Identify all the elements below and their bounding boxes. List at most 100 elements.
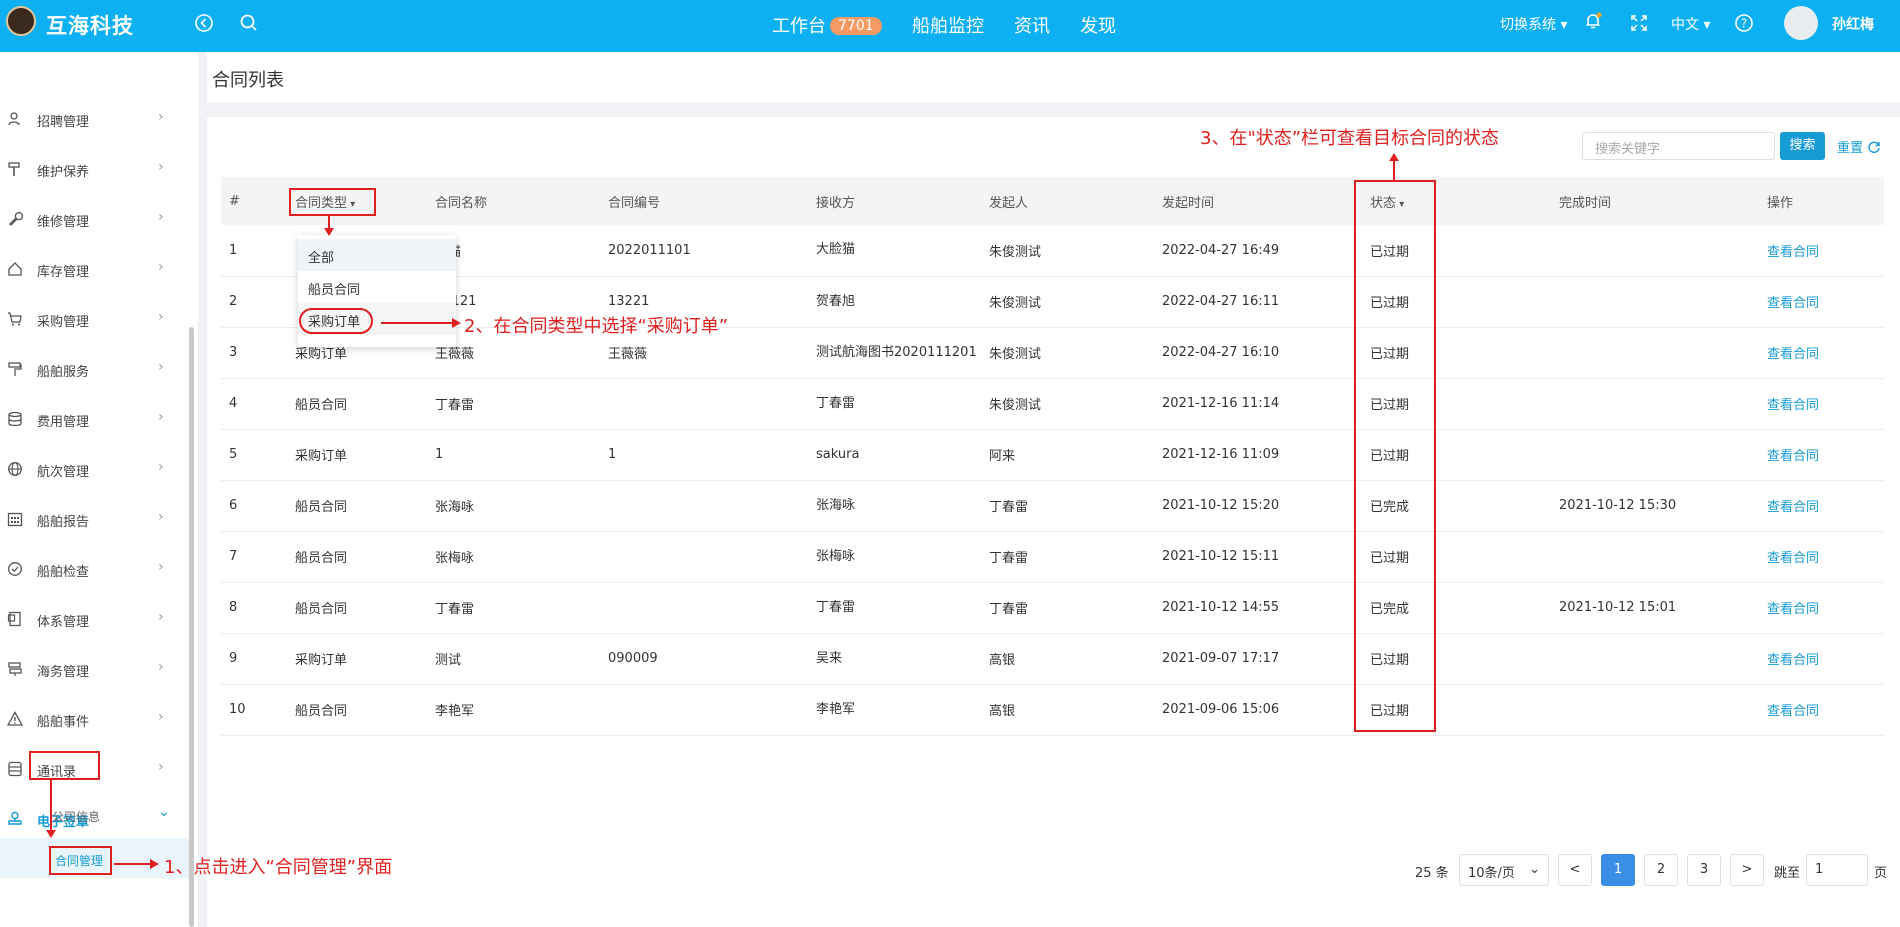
warning-icon: [6, 710, 24, 728]
table-cell: [600, 480, 808, 532]
prev-page-button[interactable]: <: [1558, 854, 1592, 886]
view-contract-link[interactable]: 查看合同: [1759, 429, 1884, 481]
view-contract-link[interactable]: 查看合同: [1759, 480, 1884, 532]
annotation-arrow-esign: [50, 780, 52, 830]
annotation-arrow-status: [1393, 160, 1395, 180]
wrench-icon: [6, 210, 24, 228]
bell-icon[interactable]: [1582, 10, 1604, 32]
sidebar-item-9[interactable]: 船舶检查 ›: [0, 554, 180, 584]
table-cell: 采购订单: [287, 429, 427, 481]
table-cell: 张梅咏: [427, 531, 600, 583]
paint-roller-icon: [6, 360, 24, 378]
chevron-right-icon: ›: [158, 359, 164, 375]
chevron-right-icon: ›: [158, 509, 164, 525]
dropdown-option-crew[interactable]: 船员合同: [298, 271, 456, 303]
sidebar-item-12[interactable]: 船舶事件 ›: [0, 704, 180, 734]
reset-button[interactable]: 重置: [1837, 137, 1881, 156]
annotation-arrowhead-type: [324, 228, 334, 236]
column-header-label: 发起时间: [1162, 195, 1215, 211]
sidebar-item-4[interactable]: 采购管理 ›: [0, 304, 180, 334]
chevron-right-icon: ›: [158, 409, 164, 425]
chevron-right-icon: ›: [158, 459, 164, 475]
table-cell: [1551, 276, 1759, 328]
column-header: 合同名称: [427, 177, 600, 225]
goto-page-input[interactable]: 1: [1806, 854, 1868, 886]
view-contract-link[interactable]: 查看合同: [1759, 327, 1884, 379]
sidebar-item-label: 采购管理: [37, 315, 90, 330]
table-cell: 7: [221, 531, 287, 583]
column-header-label: #: [229, 193, 240, 209]
table-cell: 1: [600, 429, 808, 481]
database-icon: [6, 410, 24, 428]
page-size-select[interactable]: 10条/页 ⌄: [1459, 854, 1549, 886]
language-menu[interactable]: 中文 ▾: [1671, 14, 1710, 34]
sidebar-item-11[interactable]: 海务管理 ›: [0, 654, 180, 684]
column-header-label: 发起人: [989, 195, 1029, 211]
sidebar-item-3[interactable]: 库存管理 ›: [0, 254, 180, 284]
sidebar-item-8[interactable]: 船舶报告 ›: [0, 504, 180, 534]
user-name[interactable]: 孙红梅: [1832, 14, 1874, 34]
sidebar-scrollbar[interactable]: [189, 327, 194, 927]
search-button[interactable]: 搜索: [1780, 132, 1825, 160]
view-contract-link[interactable]: 查看合同: [1759, 582, 1884, 634]
table-cell: 090009: [600, 633, 808, 685]
back-icon[interactable]: [193, 12, 215, 34]
nav-news[interactable]: 资讯: [1014, 12, 1050, 38]
sidebar-item-1[interactable]: 维护保养 ›: [0, 154, 180, 184]
next-page-button[interactable]: >: [1730, 854, 1764, 886]
view-contract-link[interactable]: 查看合同: [1759, 684, 1884, 736]
view-contract-link[interactable]: 查看合同: [1759, 633, 1884, 685]
table-cell: 2022011101: [600, 225, 808, 277]
table-cell: 2021-10-12 15:30: [1551, 480, 1759, 532]
table-cell: 3: [221, 327, 287, 379]
view-contract-link[interactable]: 查看合同: [1759, 378, 1884, 430]
table-cell: [600, 531, 808, 583]
document-icon: [6, 610, 24, 628]
dropdown-option-all[interactable]: 全部: [298, 239, 456, 271]
sidebar-item-6[interactable]: 费用管理 ›: [0, 404, 180, 434]
table-cell: [1551, 225, 1759, 277]
view-contract-link[interactable]: 查看合同: [1759, 531, 1884, 583]
annotation-box-contract-mgmt: [49, 846, 112, 875]
search-icon[interactable]: [238, 12, 260, 34]
table-cell: 丁春雷: [427, 582, 600, 634]
nav-ship-monitor[interactable]: 船舶监控: [912, 12, 984, 38]
column-header: 发起人: [981, 177, 1154, 225]
table-cell: 2021-12-16 11:14: [1154, 378, 1362, 430]
sidebar-item-5[interactable]: 船舶服务 ›: [0, 354, 180, 384]
view-contract-link[interactable]: 查看合同: [1759, 225, 1884, 277]
table-cell: 9: [221, 633, 287, 685]
annotation-box-status-column: [1354, 180, 1436, 732]
sidebar-item-2[interactable]: 维修管理 ›: [0, 204, 180, 234]
fullscreen-icon[interactable]: [1628, 12, 1650, 34]
table-row: 4 船员合同 丁春雷 丁春雷 朱俊测试 2021-12-16 11:14 已过期 查看合同: [221, 378, 1884, 430]
column-header-label: 完成时间: [1559, 195, 1612, 211]
help-icon[interactable]: ?: [1733, 12, 1755, 34]
workbench-badge: 7701: [830, 17, 882, 35]
table-cell: 船员合同: [287, 378, 427, 430]
table-cell: 采购订单: [287, 633, 427, 685]
table-cell: 测试: [427, 633, 600, 685]
nav-workbench[interactable]: 工作台 7701: [772, 12, 882, 38]
table-row: 10 船员合同 李艳军 李艳军 高银 2021-09-06 15:06 已过期 查看合同: [221, 684, 1884, 736]
contacts-icon: [6, 760, 24, 778]
page-1-button[interactable]: 1: [1601, 854, 1635, 886]
table-row: 6 船员合同 张海咏 张海咏 丁春雷 2021-10-12 15:20 已完成 2021-10…: [221, 480, 1884, 532]
sidebar-sub-company-info[interactable]: 公司信息: [52, 808, 100, 825]
sidebar-item-0[interactable]: 招聘管理 ›: [0, 104, 180, 134]
contract-table: #合同类型 ▾合同名称合同编号接收方发起人发起时间状态 ▾完成时间操作 1脸猫2…: [221, 177, 1884, 736]
chevron-down-icon: ⌄: [158, 804, 170, 820]
sidebar-item-7[interactable]: 航次管理 ›: [0, 454, 180, 484]
chevron-right-icon: ›: [158, 659, 164, 675]
sidebar-item-label: 库存管理: [37, 265, 90, 280]
switch-system-menu[interactable]: 切换系统 ▾: [1500, 14, 1567, 34]
view-contract-link[interactable]: 查看合同: [1759, 276, 1884, 328]
calendar-icon: [6, 510, 24, 528]
search-input[interactable]: 搜索关键字: [1582, 132, 1775, 160]
page-3-button[interactable]: 3: [1687, 854, 1721, 886]
sidebar-item-10[interactable]: 体系管理 ›: [0, 604, 180, 634]
nav-discover[interactable]: 发现: [1080, 12, 1116, 38]
avatar[interactable]: [1784, 6, 1818, 40]
table-cell: 张海咏: [808, 480, 981, 532]
page-2-button[interactable]: 2: [1644, 854, 1678, 886]
